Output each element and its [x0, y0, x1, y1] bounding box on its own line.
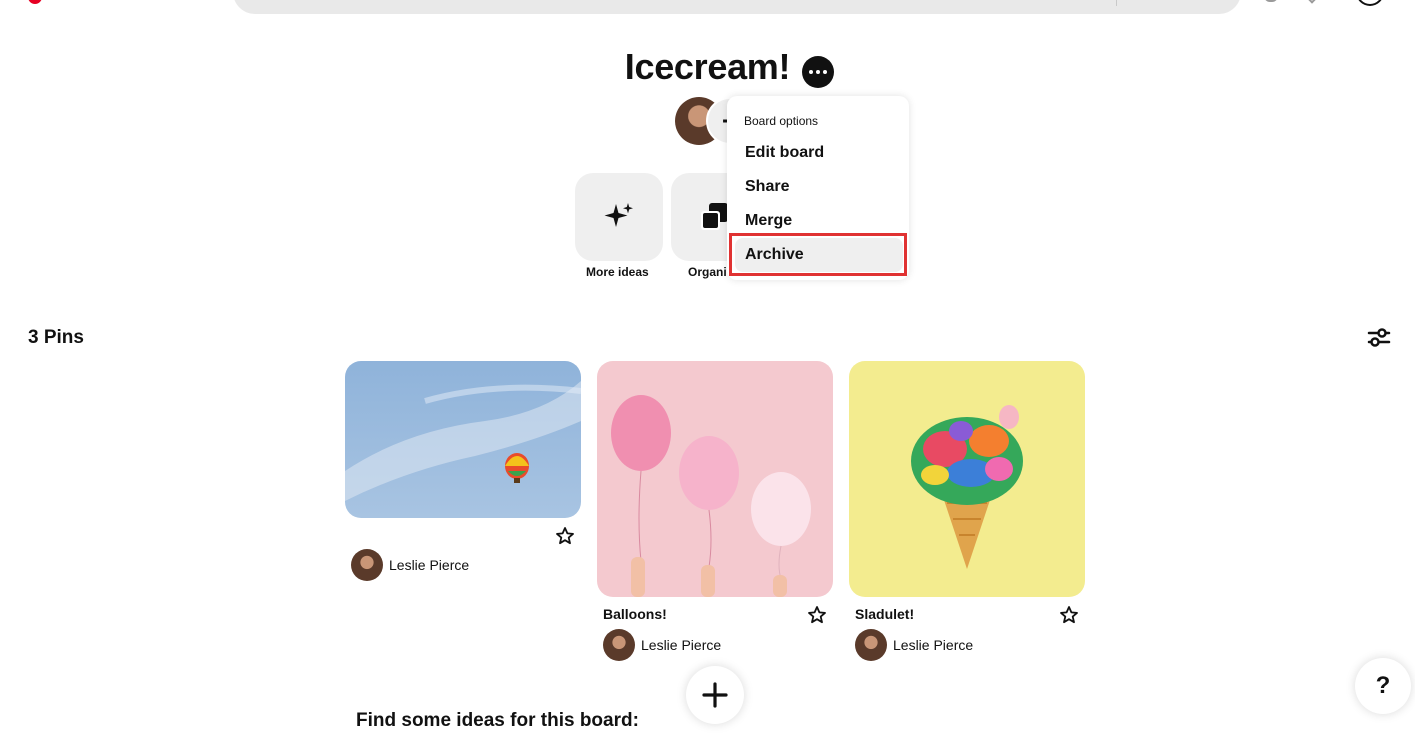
save-pin-button[interactable] — [807, 605, 827, 625]
menu-item-archive[interactable]: Archive — [735, 238, 903, 272]
star-icon — [556, 527, 574, 545]
board-title: Icecream! — [624, 46, 791, 87]
pin-title[interactable]: Balloons! — [603, 606, 667, 622]
hot-air-balloon-photo — [345, 361, 581, 518]
profile-avatar[interactable] — [1356, 0, 1384, 6]
pin-owner-avatar[interactable] — [351, 549, 383, 581]
board-more-button[interactable] — [802, 56, 834, 88]
pin-owner-avatar[interactable] — [855, 629, 887, 661]
save-pin-button[interactable] — [555, 526, 575, 546]
board-options-menu: Board options Edit board Share Merge Arc… — [727, 96, 909, 280]
filter-icon — [1367, 328, 1391, 347]
search-divider — [1116, 0, 1117, 6]
pin-owner-name[interactable]: Leslie Pierce — [893, 637, 973, 653]
pin-image-pink-balloons[interactable] — [597, 361, 833, 597]
save-pin-button[interactable] — [1059, 605, 1079, 625]
filter-button[interactable] — [1366, 325, 1392, 351]
chevron-down-icon[interactable] — [1306, 0, 1318, 4]
more-ideas-button[interactable] — [575, 173, 663, 261]
menu-heading: Board options — [744, 114, 819, 128]
help-button[interactable]: ? — [1355, 658, 1411, 714]
star-icon — [1060, 606, 1078, 624]
notifications-icon[interactable] — [1264, 0, 1278, 2]
organize-label: Organi — [688, 265, 727, 279]
star-icon — [808, 606, 826, 624]
confetti-cone-photo — [849, 361, 1085, 597]
add-pin-button[interactable] — [686, 666, 744, 724]
more-ideas-label: More ideas — [586, 265, 649, 279]
pin-image-confetti-cone[interactable] — [849, 361, 1085, 597]
pin-owner-name[interactable]: Leslie Pierce — [389, 557, 469, 573]
menu-item-merge[interactable]: Merge — [735, 204, 903, 238]
pink-balloons-photo — [597, 361, 833, 597]
sparkle-icon — [604, 203, 633, 227]
pins-count: 3 Pins — [28, 327, 84, 348]
pin-image-hot-air-balloon[interactable] — [345, 361, 581, 518]
plus-icon — [702, 682, 728, 708]
ellipsis-icon — [809, 70, 813, 74]
menu-item-share[interactable]: Share — [735, 170, 903, 204]
ideas-heading: Find some ideas for this board: — [356, 710, 639, 731]
pin-owner-avatar[interactable] — [603, 629, 635, 661]
board-header: Icecream! — [0, 46, 1415, 88]
pin-title[interactable]: Sladulet! — [855, 606, 914, 622]
menu-item-edit-board[interactable]: Edit board — [735, 136, 903, 170]
pinterest-logo[interactable] — [28, 0, 42, 4]
search-input[interactable] — [233, 0, 1241, 14]
pin-owner-name[interactable]: Leslie Pierce — [641, 637, 721, 653]
